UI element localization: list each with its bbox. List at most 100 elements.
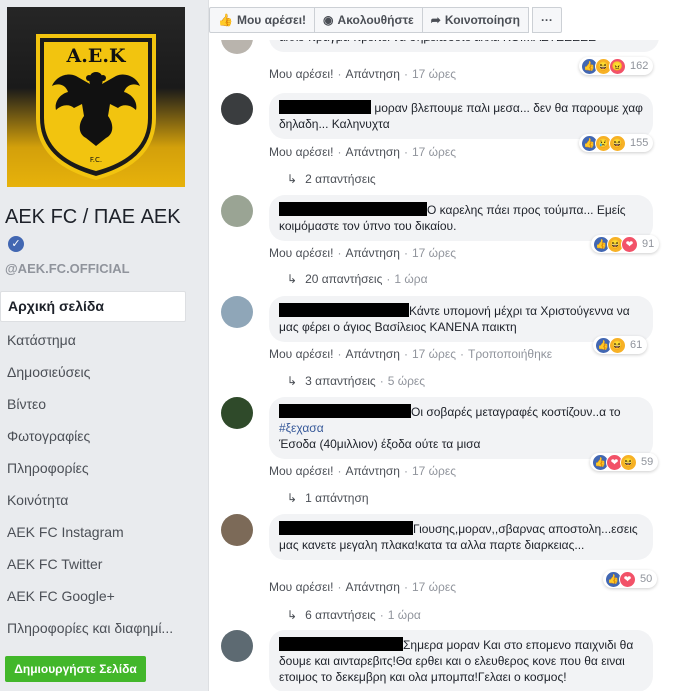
avatar[interactable] — [221, 93, 253, 125]
comment-reply-link[interactable]: Απάντηση — [345, 580, 400, 594]
love-reaction-icon: ❤ — [621, 235, 638, 253]
comment-bubble: Ο καρελης πάει προς τούμπα... Εμείς κοιμ… — [269, 195, 653, 241]
follow-button[interactable]: ◉ Ακολουθήστε — [314, 7, 423, 33]
avatar[interactable] — [221, 630, 253, 662]
aek-crest-logo: Α.Ε.Κ F.C. — [36, 34, 156, 180]
separator: · — [337, 246, 342, 260]
comment-like-link[interactable]: Μου αρέσει! — [269, 246, 333, 260]
redacted-author — [279, 404, 411, 418]
comment-reply-link[interactable]: Απάντηση — [345, 246, 400, 260]
separator: · — [337, 580, 342, 594]
comment-time[interactable]: 17 ώρες — [412, 464, 456, 478]
nav-item-community[interactable]: Κοινότητα — [0, 484, 186, 516]
nav-item-google-plus[interactable]: AEK FC Google+ — [0, 580, 186, 612]
separator: · — [337, 67, 342, 81]
reply-arrow-icon: ↳ — [287, 374, 298, 388]
page-title[interactable]: AEK FC / ΠΑΕ AEK ✓ — [5, 204, 185, 256]
view-replies-link[interactable]: ↳ 6 απαντήσεις · 1 ώρα — [287, 608, 421, 622]
comment-meta: Μου αρέσει! · Απάντηση · 17 ώρες — [269, 145, 456, 159]
redacted-author — [279, 637, 403, 651]
page-name-text[interactable]: AEK FC / ΠΑΕ AEK — [5, 206, 181, 228]
separator: · — [403, 580, 408, 594]
comment-like-link[interactable]: Μου αρέσει! — [269, 464, 333, 478]
view-replies-link[interactable]: ↳ 20 απαντήσεις · 1 ώρα — [287, 272, 428, 286]
separator: · — [403, 464, 408, 478]
angry-reaction-icon: 😠 — [609, 57, 626, 75]
reaction-count: 162 — [630, 60, 649, 72]
nav-item-home[interactable]: Αρχική σελίδα — [0, 291, 186, 322]
nav-item-shop[interactable]: Κατάστημα — [0, 324, 186, 356]
replies-count: 2 απαντήσεις — [305, 172, 376, 186]
more-options-button[interactable]: ··· — [531, 7, 562, 33]
reply-arrow-icon: ↳ — [287, 491, 298, 505]
comment-bubble: Κάντε υπομονή μέχρι τα Χριστούγεννα να μ… — [269, 296, 653, 342]
replies-time: 5 ώρες — [387, 374, 426, 388]
nav-item-photos[interactable]: Φωτογραφίες — [0, 420, 186, 452]
page-sidebar: Α.Ε.Κ F.C. AEK FC / ΠΑΕ AEK ✓ @AEK.FC.OFF… — [0, 0, 190, 691]
reply-arrow-icon: ↳ — [287, 272, 298, 286]
comment-reply-link[interactable]: Απάντηση — [345, 145, 400, 159]
nav-item-instagram[interactable]: AEK FC Instagram — [0, 516, 186, 548]
view-replies-link[interactable]: ↳ 1 απάντηση — [287, 491, 369, 505]
separator: · — [386, 272, 391, 286]
nav-item-info-ads[interactable]: Πληροφορίες και διαφημί... — [0, 612, 186, 644]
reaction-summary[interactable]: 👍 😢 😆 155 — [579, 134, 654, 152]
nav-item-videos[interactable]: Βίντεο — [0, 388, 186, 420]
profile-picture[interactable]: Α.Ε.Κ F.C. — [7, 7, 185, 187]
comment-time[interactable]: 17 ώρες — [412, 67, 456, 81]
comment-reply-link[interactable]: Απάντηση — [345, 67, 400, 81]
reaction-summary[interactable]: 👍 😆 ❤ 91 — [591, 235, 660, 253]
avatar[interactable] — [221, 397, 253, 429]
comment-meta: Μου αρέσει! · Απάντηση · 17 ώρες · Τροποποιήθη… — [269, 347, 552, 361]
comment-time[interactable]: 17 ώρες — [412, 580, 456, 594]
view-replies-link[interactable]: ↳ 2 απαντήσεις — [287, 172, 376, 186]
redacted-author — [279, 100, 371, 114]
reaction-summary[interactable]: 👍 😆 😠 162 — [579, 57, 654, 75]
comment-bubble: μοραν βλεπουμε παλι μεσα... δεν θα παρου… — [269, 93, 653, 139]
haha-reaction-icon: 😆 — [609, 336, 626, 354]
replies-time: 1 ώρα — [394, 272, 428, 286]
haha-reaction-icon: 😆 — [620, 453, 637, 471]
rss-icon: ◉ — [323, 13, 334, 27]
like-page-button[interactable]: 👍 Μου αρέσει! — [209, 7, 316, 33]
reply-arrow-icon: ↳ — [287, 172, 298, 186]
separator: · — [379, 608, 384, 622]
comment-bubble: Σημερα μοραν Και στο επομενο παιχνιδι θα… — [269, 630, 653, 691]
comment-like-link[interactable]: Μου αρέσει! — [269, 580, 333, 594]
comment-like-link[interactable]: Μου αρέσει! — [269, 347, 333, 361]
avatar[interactable] — [221, 514, 253, 546]
separator: · — [337, 145, 342, 159]
edited-label[interactable]: Τροποποιήθηκε — [468, 347, 552, 361]
comment-like-link[interactable]: Μου αρέσει! — [269, 145, 333, 159]
redacted-author — [279, 521, 413, 535]
create-page-button[interactable]: Δημιουργήστε Σελίδα — [5, 656, 146, 682]
comment-like-link[interactable]: Μου αρέσει! — [269, 67, 333, 81]
reply-arrow-icon: ↳ — [287, 608, 298, 622]
page-handle[interactable]: @AEK.FC.OFFICIAL — [5, 261, 130, 276]
reaction-summary[interactable]: 👍 😆 61 — [593, 336, 648, 354]
comment-time[interactable]: 17 ώρες — [412, 347, 456, 361]
separator: · — [403, 347, 408, 361]
reaction-summary[interactable]: 👍 ❤ 50 — [603, 570, 658, 588]
share-button[interactable]: ➦ Κοινοποίηση — [421, 7, 529, 33]
reaction-count: 91 — [642, 238, 655, 250]
comment-reply-link[interactable]: Απάντηση — [345, 347, 400, 361]
ellipsis-icon: ··· — [540, 13, 553, 27]
nav-item-about[interactable]: Πληροφορίες — [0, 452, 186, 484]
comment-time[interactable]: 17 ώρες — [412, 145, 456, 159]
avatar[interactable] — [221, 195, 253, 227]
comment-reply-link[interactable]: Απάντηση — [345, 464, 400, 478]
comment-meta: Μου αρέσει! · Απάντηση · 17 ώρες — [269, 67, 456, 81]
nav-item-posts[interactable]: Δημοσιεύσεις — [0, 356, 186, 388]
replies-count: 20 απαντήσεις — [305, 272, 383, 286]
separator: · — [403, 246, 408, 260]
avatar[interactable] — [221, 296, 253, 328]
nav-item-twitter[interactable]: AEK FC Twitter — [0, 548, 186, 580]
comment-time[interactable]: 17 ώρες — [412, 246, 456, 260]
view-replies-link[interactable]: ↳ 3 απαντήσεις · 5 ώρες — [287, 374, 425, 388]
comment-bubble: Οι σοβαρές μεταγραφές κοστίζουν..α το #ξε… — [269, 397, 653, 459]
reaction-summary[interactable]: 👍 ❤ 😆 59 — [590, 453, 659, 471]
hashtag-link[interactable]: #ξεχασα — [279, 421, 324, 435]
comments-feed: 👍 Μου αρέσει! ◉ Ακολουθήστε ➦ Κοινοποίηση ·… — [208, 0, 683, 691]
separator: · — [337, 464, 342, 478]
